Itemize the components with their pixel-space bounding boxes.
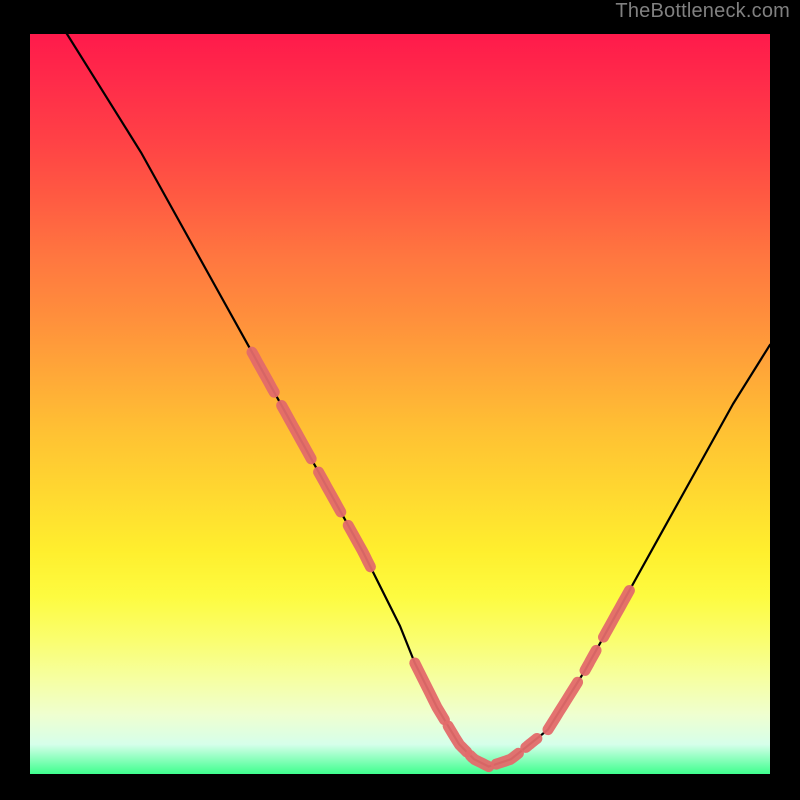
plot-area bbox=[30, 34, 770, 774]
highlight-dashes bbox=[252, 352, 629, 766]
watermark-text: TheBottleneck.com bbox=[615, 0, 790, 23]
bottleneck-curve bbox=[30, 34, 770, 767]
curve-layer bbox=[30, 34, 770, 774]
chart-frame bbox=[15, 20, 785, 790]
